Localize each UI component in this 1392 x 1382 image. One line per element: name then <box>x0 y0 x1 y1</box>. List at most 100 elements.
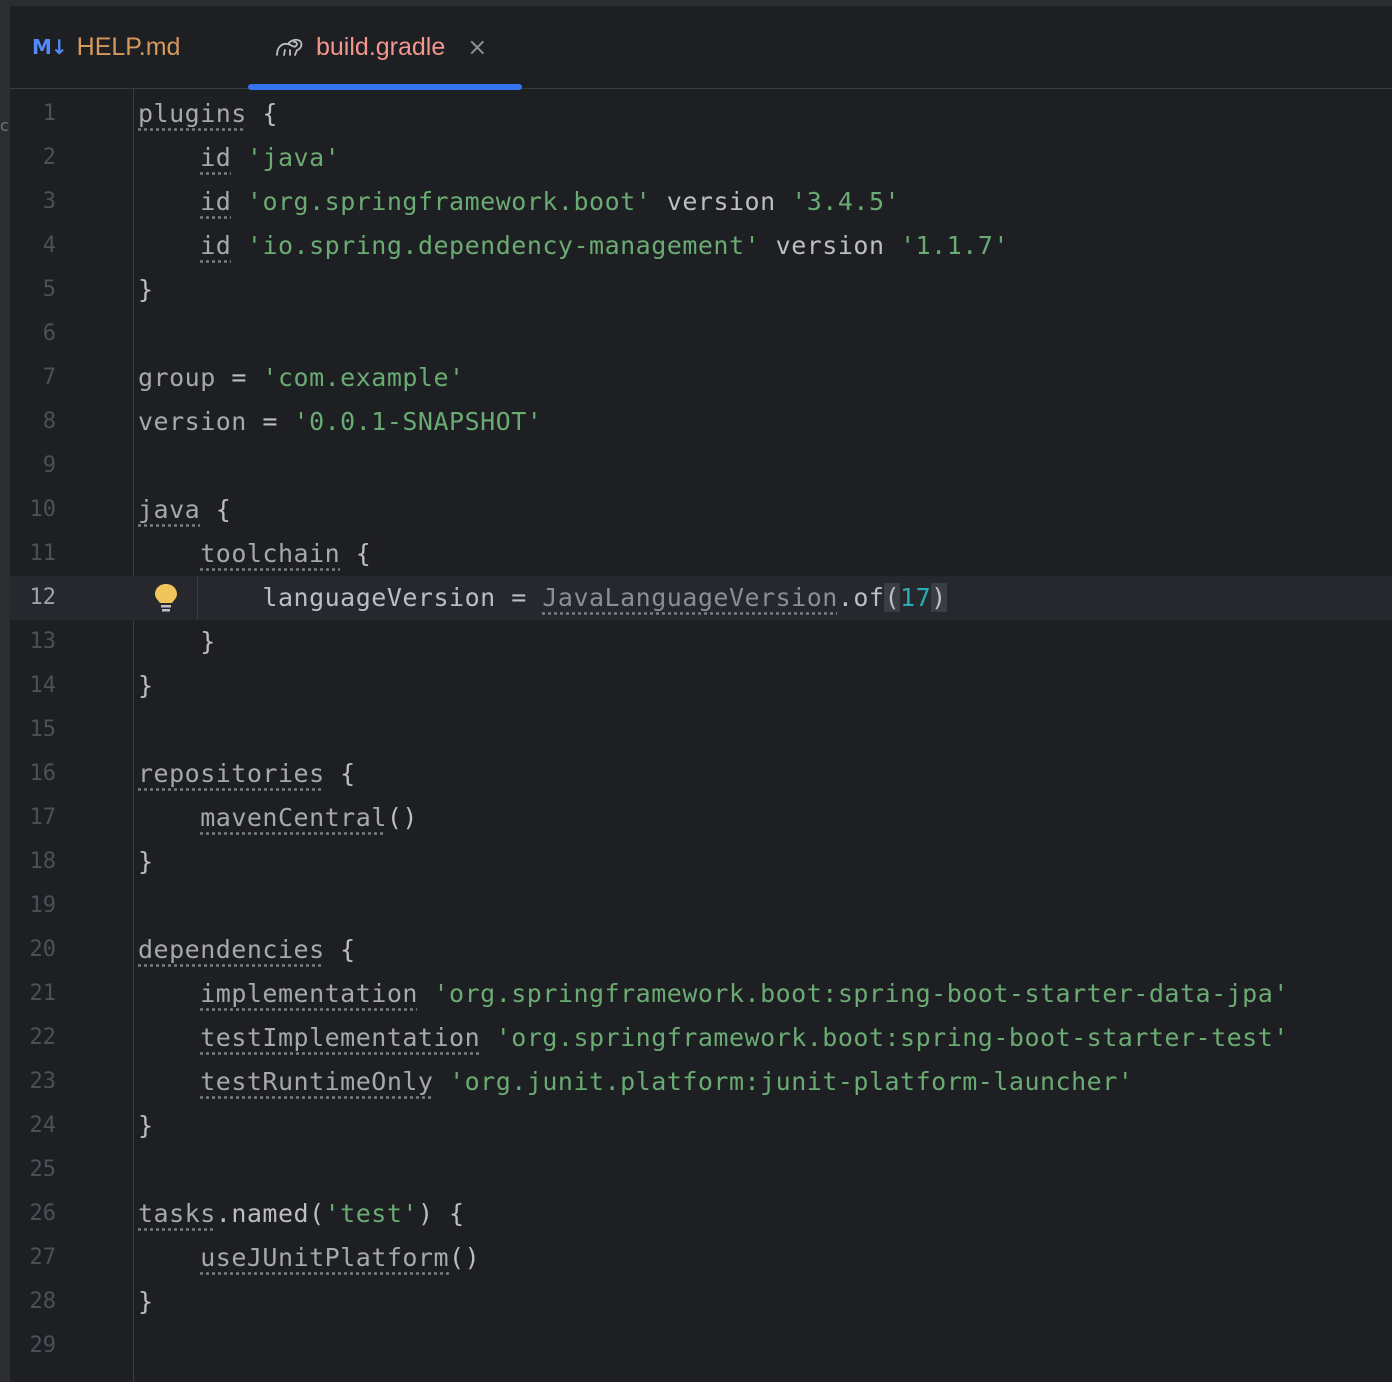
code-line[interactable]: 22 testImplementation 'org.springframewo… <box>10 1016 1392 1060</box>
code-line[interactable]: 1 plugins { <box>10 92 1392 136</box>
code-line[interactable]: 3 id 'org.springframework.boot' version … <box>10 180 1392 224</box>
code-text[interactable]: tasks.named('test') { <box>138 1192 465 1236</box>
code-line[interactable]: 4 id 'io.spring.dependency-management' v… <box>10 224 1392 268</box>
code-text[interactable]: id 'org.springframework.boot' version '3… <box>138 180 900 224</box>
tab-label: build.gradle <box>316 32 446 61</box>
code-token: tasks <box>138 1199 216 1228</box>
code-text[interactable]: java { <box>138 488 231 532</box>
code-token: { <box>324 935 356 964</box>
code-line[interactable]: 21 implementation 'org.springframework.b… <box>10 972 1392 1016</box>
code-line[interactable]: 11 toolchain { <box>10 532 1392 576</box>
code-line[interactable]: 23 testRuntimeOnly 'org.junit.platform:j… <box>10 1060 1392 1104</box>
line-number: 23 <box>29 1069 57 1094</box>
code-editor[interactable]: 1 plugins {2 id 'java' 3 id 'org.springfra… <box>10 92 1392 1382</box>
code-token: } <box>138 671 154 700</box>
code-text[interactable]: } <box>138 840 154 884</box>
code-line[interactable]: 24} <box>10 1104 1392 1148</box>
code-text[interactable]: } <box>138 1104 154 1148</box>
code-token: '0.0.1-SNAPSHOT' <box>293 407 543 436</box>
code-text[interactable]: implementation 'org.springframework.boot… <box>138 972 1289 1016</box>
code-line[interactable]: 13 } <box>10 620 1392 664</box>
code-text[interactable]: version = '0.0.1-SNAPSHOT' <box>138 400 542 444</box>
code-token: 17 <box>900 583 932 612</box>
code-text[interactable]: testImplementation 'org.springframework.… <box>138 1016 1289 1060</box>
code-line[interactable]: 26 tasks.named('test') { <box>10 1192 1392 1236</box>
code-token: '3.4.5' <box>791 187 901 216</box>
tab-build-gradle[interactable]: build.gradle × <box>248 6 522 90</box>
code-text[interactable]: languageVersion = JavaLanguageVersion.of… <box>138 576 947 620</box>
line-number: 29 <box>29 1333 57 1358</box>
line-number: 24 <box>29 1113 57 1138</box>
code-line[interactable]: 16 repositories { <box>10 752 1392 796</box>
code-token: JavaLanguageVersion <box>542 583 838 612</box>
code-text[interactable]: } <box>138 664 154 708</box>
code-token: 'java' <box>246 143 341 172</box>
code-token: .of <box>837 583 885 612</box>
line-number: 1 <box>42 101 56 126</box>
close-icon[interactable]: × <box>467 33 487 61</box>
code-line[interactable]: 7 group = 'com.example' <box>10 356 1392 400</box>
code-line[interactable]: 20 dependencies { <box>10 928 1392 972</box>
gradle-icon <box>276 38 303 56</box>
code-line[interactable]: 2 id 'java' <box>10 136 1392 180</box>
code-line[interactable]: 17 mavenCentral() <box>10 796 1392 840</box>
code-token: 'org.springframework.boot:spring-boot-st… <box>433 979 1289 1008</box>
tab-help-md[interactable]: M↓ HELP.md <box>32 6 242 88</box>
code-token: } <box>138 1111 154 1140</box>
code-token: languageVersion = <box>138 583 543 612</box>
code-text[interactable]: } <box>138 268 154 312</box>
line-number: 6 <box>42 321 56 346</box>
code-text[interactable]: } <box>138 1280 154 1324</box>
code-text[interactable]: id 'io.spring.dependency-management' ver… <box>138 224 1009 268</box>
code-line[interactable]: 14} <box>10 664 1392 708</box>
code-line[interactable]: 28} <box>10 1280 1392 1324</box>
code-token: 'io.spring.dependency-management' <box>246 231 761 260</box>
code-text[interactable]: toolchain { <box>138 532 371 576</box>
code-line[interactable]: 27 useJUnitPlatform() <box>10 1236 1392 1280</box>
line-number: 13 <box>29 629 57 654</box>
code-token: id <box>200 187 232 216</box>
editor-tab-bar: M↓ HELP.md build.gradle × <box>10 6 1392 90</box>
code-token: mavenCentral <box>200 803 387 832</box>
code-line[interactable]: 18} <box>10 840 1392 884</box>
line-number: 8 <box>42 409 56 434</box>
code-token: testRuntimeOnly <box>200 1067 434 1096</box>
code-token: } <box>138 1287 154 1316</box>
code-line[interactable]: 25 <box>10 1148 1392 1192</box>
code-text[interactable]: group = 'com.example' <box>138 356 465 400</box>
code-line[interactable]: 9 <box>10 444 1392 488</box>
code-line[interactable]: 10 java { <box>10 488 1392 532</box>
code-text[interactable]: repositories { <box>138 752 356 796</box>
line-number: 3 <box>42 189 56 214</box>
code-text[interactable]: testRuntimeOnly 'org.junit.platform:juni… <box>138 1060 1133 1104</box>
line-number: 14 <box>29 673 57 698</box>
code-text[interactable]: useJUnitPlatform() <box>138 1236 480 1280</box>
code-text[interactable]: dependencies { <box>138 928 356 972</box>
code-line[interactable]: 19 <box>10 884 1392 928</box>
code-text[interactable]: id 'java' <box>138 136 340 180</box>
code-line[interactable]: 29 <box>10 1324 1392 1368</box>
code-line[interactable]: 6 <box>10 312 1392 356</box>
code-token: version <box>760 231 901 260</box>
code-line[interactable]: 5} <box>10 268 1392 312</box>
code-token: testImplementation <box>200 1023 481 1052</box>
line-number: 10 <box>29 497 57 522</box>
code-line[interactable]: 12 languageVersion = JavaLanguageVersion… <box>10 576 1392 620</box>
code-text[interactable]: } <box>138 620 216 664</box>
code-line[interactable]: 8 version = '0.0.1-SNAPSHOT' <box>10 400 1392 444</box>
code-text[interactable]: plugins { <box>138 92 278 136</box>
code-token: } <box>138 275 154 304</box>
code-token: } <box>138 627 216 656</box>
code-text[interactable]: mavenCentral() <box>138 796 418 840</box>
code-token: 'org.junit.platform:junit-platform-launc… <box>449 1067 1134 1096</box>
code-token: plugins <box>138 99 247 128</box>
code-line[interactable]: 15 <box>10 708 1392 752</box>
